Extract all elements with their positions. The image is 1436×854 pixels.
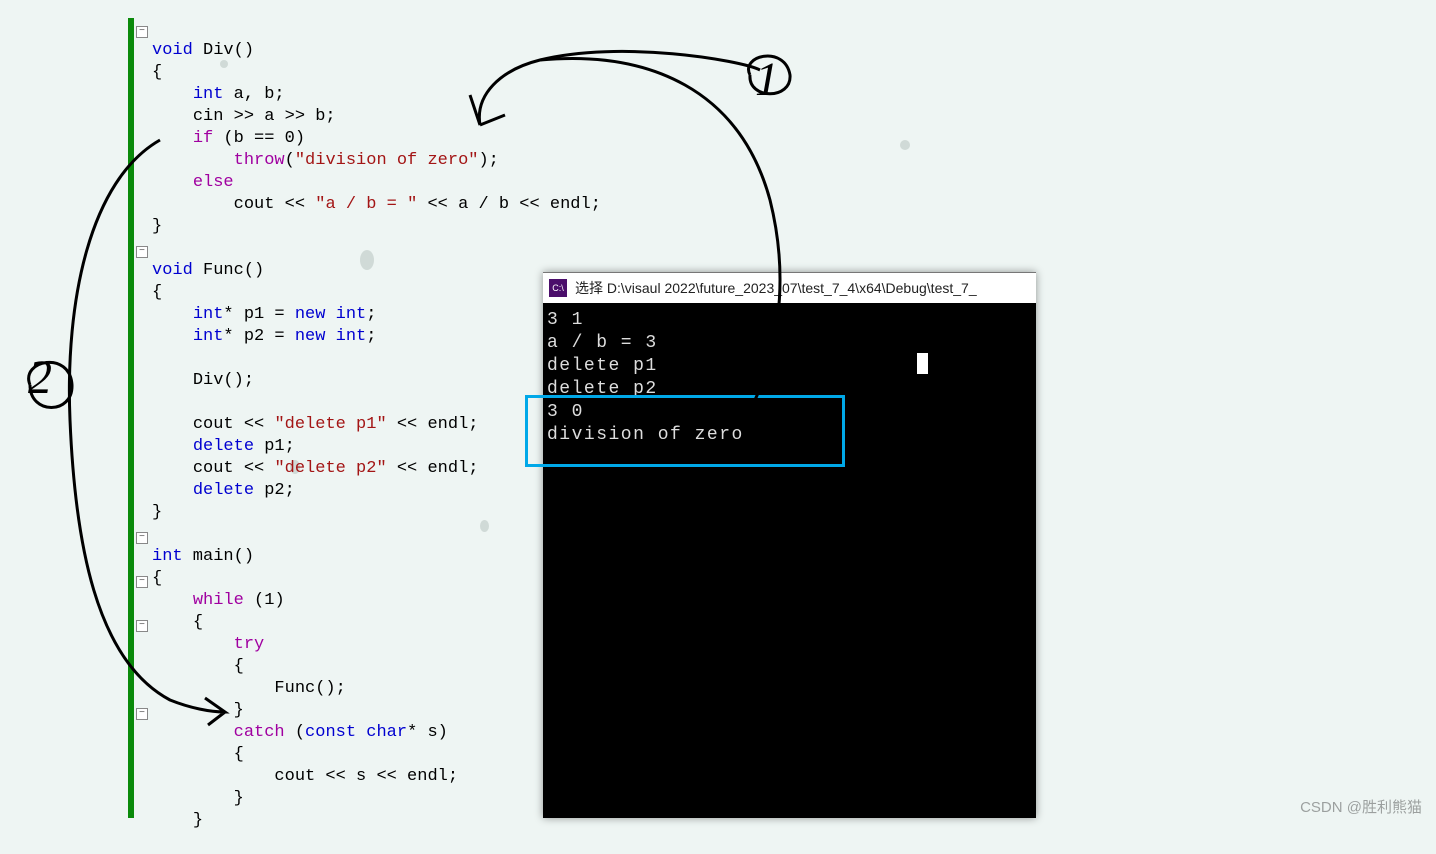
console-window: C:\ 选择 D:\visaul 2022\future_2023_07\tes… <box>543 272 1036 818</box>
annotation-1: 1 <box>755 52 779 107</box>
text-cursor <box>917 353 928 374</box>
console-line: 3 1 <box>547 310 584 330</box>
watermark: CSDN @胜利熊猫 <box>1300 796 1422 817</box>
fold-icon[interactable]: − <box>136 532 148 544</box>
fold-icon[interactable]: − <box>136 708 148 720</box>
annotation-2: 2 <box>28 350 52 405</box>
console-line: delete p1 <box>547 356 658 376</box>
console-title: 选择 D:\visaul 2022\future_2023_07\test_7_… <box>575 278 977 298</box>
fold-icon[interactable]: − <box>136 576 148 588</box>
fold-icon[interactable]: − <box>136 26 148 38</box>
fold-icon[interactable]: − <box>136 246 148 258</box>
console-icon: C:\ <box>549 279 567 297</box>
console-titlebar[interactable]: C:\ 选择 D:\visaul 2022\future_2023_07\tes… <box>543 273 1036 303</box>
console-line: a / b = 3 <box>547 333 658 353</box>
highlight-box <box>525 395 845 467</box>
fold-icon[interactable]: − <box>136 620 148 632</box>
